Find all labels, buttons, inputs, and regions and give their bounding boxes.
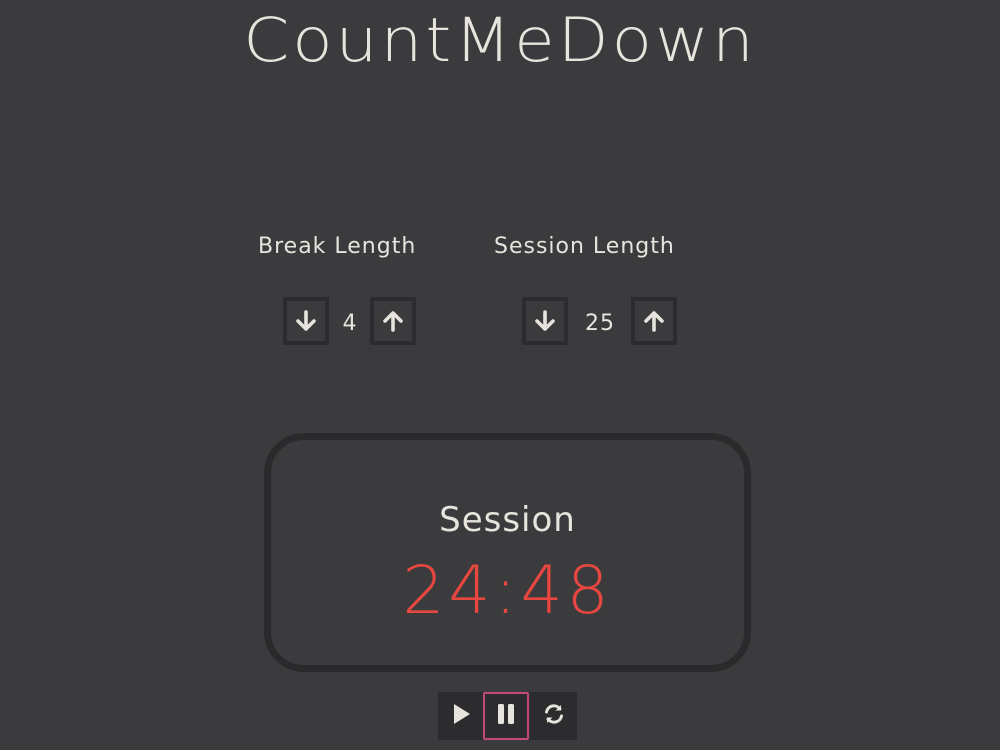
session-decrement-button[interactable] [522, 297, 568, 345]
timer-label: Session [439, 500, 576, 540]
session-length-value: 25 [585, 311, 615, 336]
arrow-up-icon [382, 309, 404, 333]
arrow-up-icon [643, 309, 665, 333]
session-length-label: Session Length [494, 234, 675, 259]
pause-icon [495, 702, 517, 730]
break-increment-button[interactable] [370, 297, 416, 345]
time-left-display: 24:48 [402, 552, 613, 629]
arrow-down-icon [534, 309, 556, 333]
play-button[interactable] [438, 692, 484, 740]
reset-button[interactable] [531, 692, 577, 740]
timer-panel: Session 24:48 [264, 433, 751, 672]
break-decrement-button[interactable] [283, 297, 329, 345]
break-length-value: 4 [342, 311, 358, 336]
player-controls [438, 692, 577, 740]
play-icon [450, 702, 472, 730]
arrow-down-icon [295, 309, 317, 333]
refresh-icon [542, 702, 566, 730]
session-increment-button[interactable] [631, 297, 677, 345]
break-length-label: Break Length [258, 234, 417, 259]
pause-button[interactable] [483, 692, 529, 740]
app-title: CountMeDown [243, 5, 757, 76]
